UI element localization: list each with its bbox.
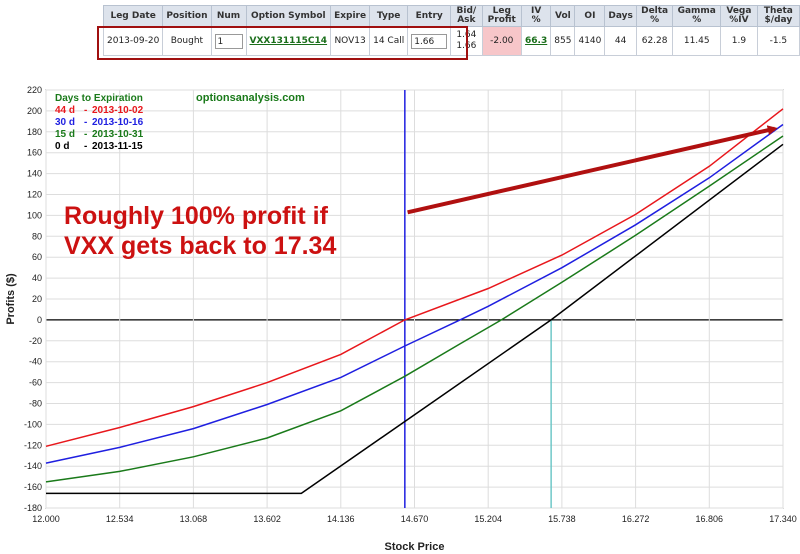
oi-cell: 4140 xyxy=(574,26,606,56)
y-tick-label: 100 xyxy=(27,210,42,220)
legend-dash: - xyxy=(84,117,87,128)
row-highlight-box xyxy=(97,26,468,60)
annotation-text: Roughly 100% profit if xyxy=(64,202,329,230)
theta-cell: -1.5 xyxy=(756,26,800,56)
legend-entry-name: 30 d xyxy=(55,117,75,128)
vol-cell: 855 xyxy=(550,26,576,56)
y-tick-label: -180 xyxy=(24,503,42,513)
y-tick-label: -20 xyxy=(29,336,42,346)
vega-cell: 1.9 xyxy=(720,26,758,56)
y-tick-label: -80 xyxy=(29,399,42,409)
gamma-cell: 11.45 xyxy=(672,26,722,56)
y-tick-label: -120 xyxy=(24,440,42,450)
leg-table-header-row: Leg Date Position Num Option Symbol Expire Ty… xyxy=(102,5,800,27)
leg-table-header-cell: OI xyxy=(574,5,606,27)
annotation-text: VXX gets back to 17.34 xyxy=(64,232,336,260)
leg-table-header-cell: Bid/ Ask xyxy=(450,5,483,27)
y-tick-label: 220 xyxy=(27,85,42,95)
y-tick-label: 0 xyxy=(37,315,42,325)
x-tick-label: 15.204 xyxy=(474,514,502,524)
leg-table-header-cell: Option Symbol xyxy=(245,5,332,27)
leg-table-header-cell: IV % xyxy=(521,5,552,27)
leg-table-header-cell: Leg Profit xyxy=(481,5,523,27)
leg-table-header-cell: Vol xyxy=(550,5,576,27)
y-tick-label: 20 xyxy=(32,294,42,304)
y-tick-label: 120 xyxy=(27,190,42,200)
y-tick-label: -40 xyxy=(29,357,42,367)
y-tick-label: -100 xyxy=(24,419,42,429)
legend-entry-name: 44 d xyxy=(55,105,75,116)
profit-chart: -180-160-140-120-100-80-60-40-2002040608… xyxy=(5,85,797,553)
legend-dash: - xyxy=(84,105,87,116)
x-tick-label: 12.000 xyxy=(32,514,60,524)
y-tick-label: 40 xyxy=(32,273,42,283)
y-tick-label: 200 xyxy=(27,106,42,116)
x-tick-label: 15.738 xyxy=(548,514,576,524)
leg-table-header-cell: Leg Date xyxy=(102,5,164,27)
legend-dash: - xyxy=(84,141,87,152)
legend-title: Days to Expiration xyxy=(55,93,143,104)
legend-entry-date: 2013-10-02 xyxy=(92,105,144,116)
y-tick-label: -160 xyxy=(24,482,42,492)
y-tick-label: 140 xyxy=(27,169,42,179)
watermark-text: optionsanalysis.com xyxy=(196,92,305,104)
leg-table-header-cell: Type xyxy=(369,5,409,27)
y-tick-label: 160 xyxy=(27,148,42,158)
leg-table-header-cell: Days xyxy=(604,5,637,27)
leg-table-header-cell: Gamma % xyxy=(672,5,722,27)
x-tick-label: 16.272 xyxy=(622,514,650,524)
leg-table-header-cell: Num xyxy=(210,5,247,27)
x-tick-label: 17.340 xyxy=(769,514,797,524)
y-tick-label: -60 xyxy=(29,378,42,388)
leg-table-header-cell: Position xyxy=(162,5,212,27)
x-tick-label: 16.806 xyxy=(696,514,724,524)
legend-entry-name: 15 d xyxy=(55,129,75,140)
legend-entry-date: 2013-10-31 xyxy=(92,129,144,140)
y-tick-label: 60 xyxy=(32,252,42,262)
legend-entry-name: 0 d xyxy=(55,141,69,152)
delta-cell: 62.28 xyxy=(635,26,674,56)
leg-table-header-cell: Vega %IV xyxy=(720,5,758,27)
leg-table-header-cell: Delta % xyxy=(635,5,674,27)
y-axis-label: Profits ($) xyxy=(5,273,17,325)
x-tick-label: 13.068 xyxy=(180,514,208,524)
legend-entry-date: 2013-10-16 xyxy=(92,117,144,128)
leg-table-header-cell: Expire xyxy=(330,5,371,27)
iv-link[interactable]: 66.3 xyxy=(521,26,552,56)
y-tick-label: -140 xyxy=(24,461,42,471)
leg-profit-cell: -2.00 xyxy=(481,26,523,56)
x-axis-label: Stock Price xyxy=(385,541,445,553)
legend-dash: - xyxy=(84,129,87,140)
x-tick-label: 12.534 xyxy=(106,514,134,524)
x-tick-label: 14.136 xyxy=(327,514,355,524)
legend: Days to Expiration44 d -2013-10-0230 d -20… xyxy=(55,93,144,152)
legend-entry-date: 2013-11-15 xyxy=(92,141,143,152)
y-tick-label: 80 xyxy=(32,231,42,241)
leg-table-header-cell: Theta $/day xyxy=(756,5,800,27)
x-tick-label: 14.670 xyxy=(401,514,429,524)
x-tick-label: 13.602 xyxy=(253,514,281,524)
y-tick-label: 180 xyxy=(27,127,42,137)
leg-table-header-cell: Entry xyxy=(407,5,452,27)
days-cell: 44 xyxy=(604,26,637,56)
